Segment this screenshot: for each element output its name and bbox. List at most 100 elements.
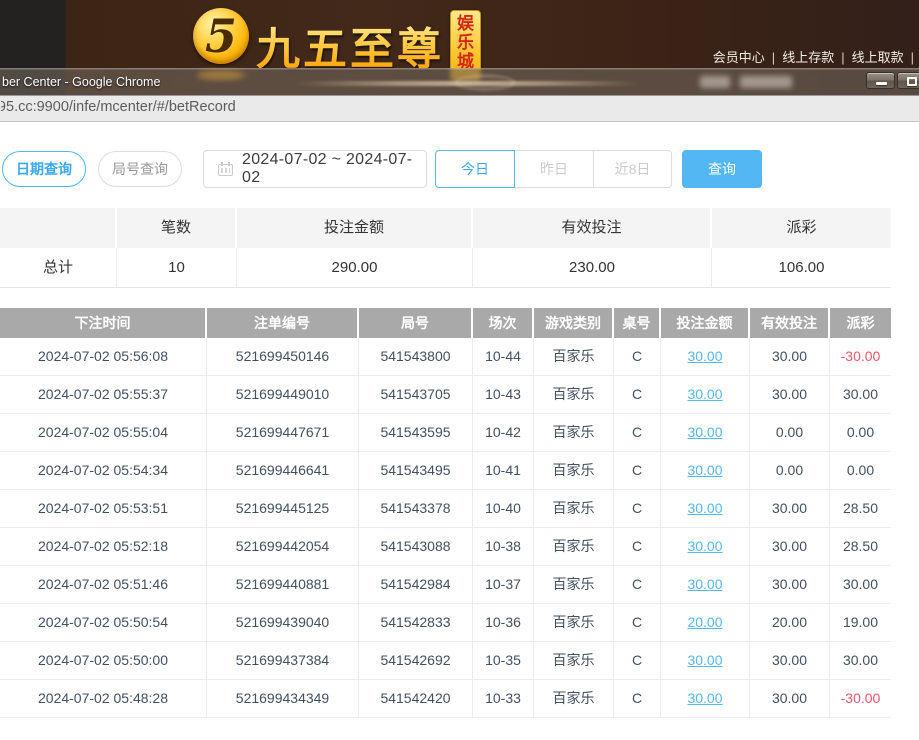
col-header-bet-time: 下注时间 [0, 308, 207, 338]
quick-filter-yesterday[interactable]: 昨日 [514, 150, 594, 188]
cell-round-number: 541542692 [359, 642, 473, 679]
cell-bet-number: 521699449010 [207, 376, 359, 413]
quick-filter-last8days[interactable]: 近8日 [593, 150, 672, 188]
cell-bet-amount: 30.00 [661, 452, 750, 489]
bet-record-page: 日期查询 局号查询 2024-07-02 ~ 2024-07-02 今日 昨日 … [0, 122, 919, 740]
summary-header-valid-bet: 有效投注 [473, 208, 712, 248]
summary-count-value: 10 [117, 248, 237, 287]
nav-separator: | [841, 50, 844, 65]
cell-bet-time: 2024-07-02 05:50:00 [0, 642, 207, 679]
cell-round-number: 541543800 [359, 338, 473, 375]
cell-bet-amount: 30.00 [661, 376, 750, 413]
cell-valid-bet: 30.00 [750, 490, 830, 527]
browser-urlbar[interactable]: 95.cc:9900/infe/mcenter/#/betRecord [0, 95, 919, 122]
cell-round-number: 541542420 [359, 680, 473, 717]
cell-payout: 28.50 [830, 490, 891, 527]
cell-table-number: C [614, 642, 661, 679]
top-nav: 会员中心 | 线上存款 | 线上取款 | [709, 47, 917, 66]
brand-badge-text: 娱乐城 [456, 14, 476, 71]
bet-amount-link[interactable]: 30.00 [687, 690, 722, 706]
cell-valid-bet: 30.00 [750, 680, 830, 717]
calendar-icon [218, 162, 233, 176]
cell-payout: 19.00 [830, 604, 891, 641]
cell-valid-bet: 30.00 [750, 338, 830, 375]
cell-session: 10-42 [473, 414, 534, 451]
brand-logo-number: 5 [205, 9, 237, 63]
browser-titlebar: ber Center - Google Chrome [0, 68, 919, 95]
bet-amount-link[interactable]: 30.00 [687, 462, 722, 478]
summary-table: 笔数 投注金额 有效投注 派彩 总计 10 290.00 230.00 106.… [0, 208, 891, 288]
cell-round-number: 541543378 [359, 490, 473, 527]
round-query-button[interactable]: 局号查询 [98, 151, 182, 187]
cell-payout: 28.50 [830, 528, 891, 565]
cell-game-type: 百家乐 [534, 338, 614, 375]
cell-bet-time: 2024-07-02 05:56:08 [0, 338, 207, 375]
date-query-button[interactable]: 日期查询 [2, 151, 86, 187]
bet-amount-link[interactable]: 30.00 [687, 424, 722, 440]
window-title: ber Center - Google Chrome [2, 69, 160, 95]
col-header-table-number: 桌号 [614, 308, 661, 338]
col-header-round-number: 局号 [359, 308, 473, 338]
cell-game-type: 百家乐 [534, 414, 614, 451]
summary-header-blank [0, 208, 117, 248]
cell-payout: 0.00 [830, 414, 891, 451]
cell-valid-bet: 30.00 [750, 376, 830, 413]
maximize-button[interactable] [897, 72, 919, 89]
cell-game-type: 百家乐 [534, 642, 614, 679]
summary-total-label: 总计 [0, 248, 117, 287]
cell-bet-time: 2024-07-02 05:50:54 [0, 604, 207, 641]
cell-game-type: 百家乐 [534, 490, 614, 527]
blurred-user-info [700, 76, 730, 88]
col-header-bet-number: 注单编号 [207, 308, 359, 338]
col-header-session: 场次 [473, 308, 534, 338]
cell-game-type: 百家乐 [534, 376, 614, 413]
brand-logo-icon: 5 [193, 8, 249, 64]
glass-glow [197, 70, 245, 80]
cell-game-type: 百家乐 [534, 604, 614, 641]
nav-separator: | [772, 50, 775, 65]
cell-table-number: C [614, 566, 661, 603]
bet-amount-link[interactable]: 30.00 [687, 576, 722, 592]
bet-amount-link[interactable]: 20.00 [687, 614, 722, 630]
quick-filter-today[interactable]: 今日 [435, 150, 515, 188]
cell-table-number: C [614, 452, 661, 489]
date-range-input[interactable]: 2024-07-02 ~ 2024-07-02 [203, 150, 427, 188]
table-row: 2024-07-02 05:56:08 521699450146 5415438… [0, 338, 891, 376]
summary-bet-amount-value: 290.00 [237, 248, 473, 287]
summary-valid-bet-value: 230.00 [473, 248, 712, 287]
summary-total-row: 总计 10 290.00 230.00 106.00 [0, 248, 891, 288]
bet-amount-link[interactable]: 30.00 [687, 500, 722, 516]
cell-payout: 30.00 [830, 376, 891, 413]
cell-session: 10-44 [473, 338, 534, 375]
cell-valid-bet: 30.00 [750, 528, 830, 565]
cell-valid-bet: 0.00 [750, 452, 830, 489]
table-row: 2024-07-02 05:53:51 521699445125 5415433… [0, 490, 891, 528]
cell-session: 10-35 [473, 642, 534, 679]
cell-bet-amount: 30.00 [661, 490, 750, 527]
bet-amount-link[interactable]: 30.00 [687, 386, 722, 402]
cell-payout: -30.00 [830, 680, 891, 717]
minimize-button[interactable] [866, 72, 895, 89]
url-text[interactable]: 95.cc:9900/infe/mcenter/#/betRecord [1, 95, 236, 120]
table-row: 2024-07-02 05:55:04 521699447671 5415435… [0, 414, 891, 452]
nav-separator: | [911, 50, 914, 65]
col-header-valid-bet: 有效投注 [750, 308, 830, 338]
cell-game-type: 百家乐 [534, 452, 614, 489]
search-button[interactable]: 查询 [682, 150, 762, 188]
cell-bet-number: 521699439040 [207, 604, 359, 641]
bet-amount-link[interactable]: 30.00 [687, 538, 722, 554]
cell-bet-number: 521699445125 [207, 490, 359, 527]
nav-link-deposit[interactable]: 线上存款 [782, 50, 834, 65]
bet-amount-link[interactable]: 30.00 [687, 652, 722, 668]
summary-header-count: 笔数 [117, 208, 237, 248]
nav-link-member-center[interactable]: 会员中心 [713, 50, 765, 65]
cell-bet-number: 521699447671 [207, 414, 359, 451]
bet-amount-link[interactable]: 30.00 [687, 348, 722, 364]
maximize-icon [907, 77, 917, 86]
cell-valid-bet: 30.00 [750, 566, 830, 603]
table-row: 2024-07-02 05:51:46 521699440881 5415429… [0, 566, 891, 604]
summary-header-row: 笔数 投注金额 有效投注 派彩 [0, 208, 891, 248]
nav-link-withdraw[interactable]: 线上取款 [852, 50, 904, 65]
cell-bet-time: 2024-07-02 05:55:04 [0, 414, 207, 451]
cell-game-type: 百家乐 [534, 528, 614, 565]
